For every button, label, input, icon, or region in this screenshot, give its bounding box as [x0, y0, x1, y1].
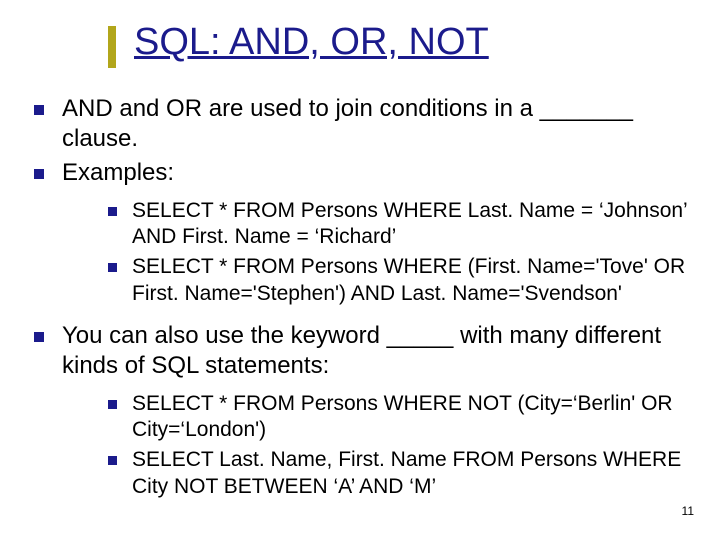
bullet-3-text: You can also use the keyword _____ with … [62, 322, 661, 379]
bullet-3-sub-1: SELECT * FROM Persons WHERE NOT (City=‘B… [62, 391, 696, 444]
page-number: 11 [682, 504, 694, 518]
bullet-2-text: Examples: [62, 159, 174, 186]
title-accent-bar [108, 26, 116, 68]
bullet-3: You can also use the keyword _____ with … [24, 321, 696, 500]
title-row: SQL: AND, OR, NOT [108, 22, 696, 68]
bullet-3-sublist: SELECT * FROM Persons WHERE NOT (City=‘B… [62, 391, 696, 500]
bullet-3-sub-2: SELECT Last. Name, First. Name FROM Pers… [62, 447, 696, 500]
slide: SQL: AND, OR, NOT AND and OR are used to… [0, 0, 720, 540]
bullet-2-sub-2: SELECT * FROM Persons WHERE (First. Name… [62, 254, 696, 307]
slide-title: SQL: AND, OR, NOT [134, 22, 489, 68]
bullet-2-sublist: SELECT * FROM Persons WHERE Last. Name =… [62, 198, 696, 307]
bullet-1: AND and OR are used to join conditions i… [24, 94, 696, 154]
bullet-2: Examples: SELECT * FROM Persons WHERE La… [24, 158, 696, 307]
bullet-list-level1: AND and OR are used to join conditions i… [24, 94, 696, 500]
bullet-2-sub-1: SELECT * FROM Persons WHERE Last. Name =… [62, 198, 696, 251]
slide-content: AND and OR are used to join conditions i… [24, 94, 696, 500]
